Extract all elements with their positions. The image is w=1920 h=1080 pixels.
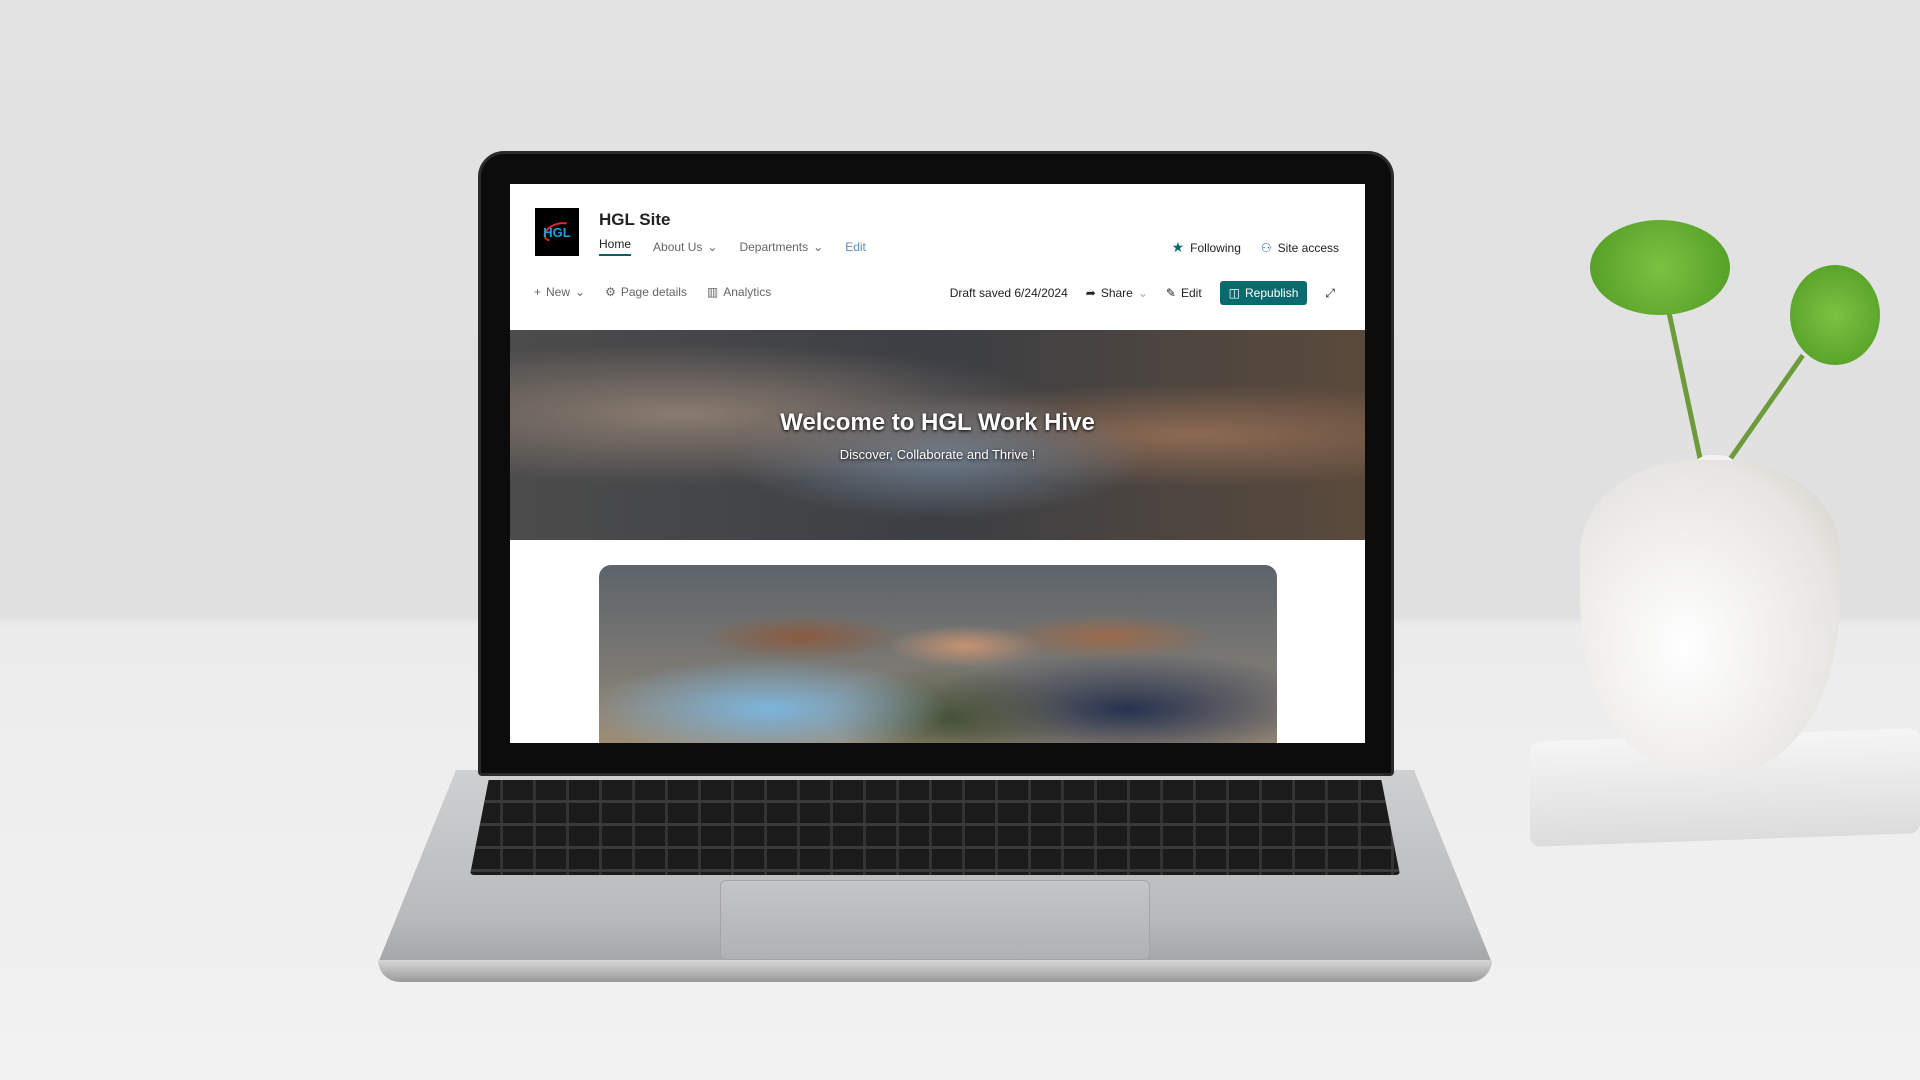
analytics-button[interactable]: ▥ Analytics (707, 285, 771, 299)
chart-icon: ▥ (706, 285, 719, 299)
command-bar-left: + New ⌄ ⚙ Page details ▥ Analytics (534, 285, 771, 299)
chevron-down-icon: ⌄ (575, 285, 586, 299)
nav-home[interactable]: Home (599, 237, 632, 256)
nav-departments[interactable]: Departments ⌄ (739, 237, 823, 256)
star-icon: ★ (1171, 239, 1185, 255)
flower (1590, 220, 1730, 315)
republish-button[interactable]: ◫ Republish (1219, 281, 1308, 305)
nav-edit-link[interactable]: Edit (845, 237, 866, 256)
gear-icon: ⚙ (605, 285, 616, 299)
page-details-button[interactable]: ⚙ Page details (605, 285, 687, 299)
flower (1790, 265, 1880, 365)
site-access-button[interactable]: ⚇ Site access (1261, 241, 1339, 255)
team-photo (599, 565, 1277, 743)
hero-title: Welcome to HGL Work Hive (780, 408, 1095, 436)
keyboard (470, 780, 1400, 875)
site-title[interactable]: HGL Site (599, 210, 670, 230)
hero-banner: Welcome to HGL Work Hive Discover, Colla… (510, 330, 1365, 540)
trackpad (720, 880, 1150, 960)
edit-button[interactable]: ✎ Edit (1166, 286, 1202, 300)
sharepoint-page: HGL HGL Site Home About Us ⌄ Departments ⌄… (510, 184, 1365, 743)
header-actions: ★ Following ⚇ Site access (1172, 239, 1339, 256)
chevron-down-icon: ⌄ (813, 239, 824, 254)
nav-about-us[interactable]: About Us ⌄ (653, 237, 717, 256)
flower-stem (1720, 353, 1805, 472)
draft-status: Draft saved 6/24/2024 (949, 286, 1068, 300)
hero-subtitle: Discover, Collaborate and Thrive ! (839, 446, 1036, 462)
plus-icon: + (534, 285, 542, 299)
laptop-edge (378, 960, 1492, 982)
expand-icon[interactable]: ⤢ (1325, 286, 1335, 301)
share-icon: ➦ (1085, 286, 1096, 300)
vase (1580, 460, 1840, 770)
pencil-icon: ✎ (1165, 286, 1176, 300)
site-nav: Home About Us ⌄ Departments ⌄ Edit (599, 237, 866, 256)
command-bar-right: Draft saved 6/24/2024 ➦ Share ⌄ ✎ Edit ◫ Rep… (950, 281, 1335, 305)
share-button[interactable]: ➦ Share ⌄ (1086, 286, 1148, 300)
book-icon: ◫ (1228, 286, 1241, 300)
new-button[interactable]: + New ⌄ (534, 285, 585, 299)
site-logo[interactable]: HGL (535, 208, 579, 256)
chevron-down-icon: ⌄ (1137, 286, 1148, 300)
following-button[interactable]: ★ Following (1172, 239, 1241, 256)
people-add-icon: ⚇ (1260, 240, 1272, 255)
chevron-down-icon: ⌄ (707, 239, 718, 254)
